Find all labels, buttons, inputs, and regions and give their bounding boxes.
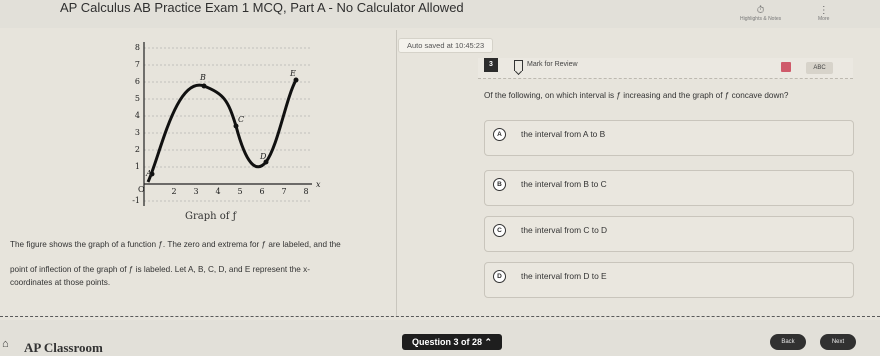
svg-text:6: 6: [135, 77, 140, 86]
tool-label: More: [818, 16, 830, 22]
choice-c[interactable]: C the interval from C to D: [484, 216, 854, 252]
highlights-tool[interactable]: ⏱ Highlights & Notes: [740, 5, 782, 23]
choice-letter: A: [493, 128, 506, 141]
top-bar: AP Calculus AB Practice Exam 1 MCQ, Part…: [0, 0, 880, 28]
ap-logo-icon: ⌂: [2, 338, 9, 350]
svg-text:O: O: [138, 185, 145, 194]
svg-text:4: 4: [135, 111, 140, 120]
choice-text: the interval from D to E: [521, 271, 607, 281]
exam-title: AP Calculus AB Practice Exam 1 MCQ, Part…: [60, 0, 464, 15]
question-number: 3: [484, 58, 498, 72]
svg-text:C: C: [238, 115, 244, 124]
svg-text:4: 4: [215, 187, 220, 196]
chevron-up-icon: ⌃: [484, 337, 493, 347]
choice-letter: B: [493, 178, 506, 191]
bookmark-icon[interactable]: [514, 60, 523, 71]
svg-text:7: 7: [281, 187, 286, 196]
flag-icon[interactable]: [781, 62, 791, 72]
graph: 8 7 6 5 4 3 2 1 -1 O 2 3 4 5 6 7 8 x A B…: [120, 36, 340, 226]
choice-d[interactable]: D the interval from D to E: [484, 262, 854, 298]
timer-icon: ⏱: [756, 5, 765, 16]
svg-text:-1: -1: [132, 196, 140, 205]
svg-text:5: 5: [135, 94, 140, 103]
svg-text:5: 5: [237, 187, 242, 196]
question-navigator-button[interactable]: Question 3 of 28 ⌃: [402, 334, 502, 350]
choice-b[interactable]: B the interval from B to C: [484, 170, 854, 206]
next-button[interactable]: Next: [820, 334, 856, 350]
svg-text:2: 2: [171, 187, 176, 196]
svg-text:2: 2: [135, 145, 140, 154]
svg-text:7: 7: [135, 60, 140, 69]
back-button[interactable]: Back: [770, 334, 806, 350]
choice-letter: D: [493, 270, 506, 283]
svg-text:x: x: [316, 180, 321, 189]
stimulus-paragraph-3: coordinates at those points.: [10, 278, 111, 287]
choice-a[interactable]: A the interval from A to B: [484, 120, 854, 156]
option-eliminator-button[interactable]: ABC: [806, 62, 833, 74]
tool-label: Highlights & Notes: [740, 16, 782, 22]
question-prompt: Of the following, on which interval is ƒ…: [484, 91, 789, 100]
choice-text: the interval from C to D: [521, 225, 608, 235]
question-navigator-label: Question 3 of 28: [411, 337, 482, 347]
stimulus-paragraph-1: The figure shows the graph of a function…: [10, 240, 341, 249]
choice-text: the interval from A to B: [521, 129, 606, 139]
autosave-status: Auto saved at 10:45:23: [398, 38, 494, 53]
brand-name: AP Classroom: [24, 340, 103, 355]
choice-letter: C: [493, 224, 506, 237]
svg-text:8: 8: [135, 43, 140, 52]
svg-text:E: E: [289, 69, 296, 78]
more-tool[interactable]: ⋮ More: [818, 5, 830, 23]
choice-text: the interval from B to C: [521, 179, 607, 189]
stimulus-text: The figure shows the graph of a function…: [10, 238, 396, 301]
svg-text:A: A: [145, 169, 152, 178]
graph-svg: 8 7 6 5 4 3 2 1 -1 O 2 3 4 5 6 7 8 x A B…: [132, 42, 321, 206]
svg-text:D: D: [259, 152, 267, 161]
graph-caption: Graph of ƒ: [185, 211, 237, 222]
svg-text:8: 8: [303, 187, 308, 196]
svg-text:6: 6: [259, 187, 264, 196]
more-icon: ⋮: [818, 5, 829, 16]
footer-divider: [0, 316, 880, 317]
svg-text:3: 3: [135, 128, 140, 137]
svg-text:3: 3: [193, 187, 198, 196]
svg-text:B: B: [199, 73, 206, 82]
pane-divider[interactable]: [396, 30, 397, 316]
svg-text:1: 1: [135, 162, 140, 171]
mark-for-review[interactable]: Mark for Review: [527, 61, 578, 68]
stimulus-paragraph-2: point of inflection of the graph of ƒ is…: [10, 265, 310, 274]
